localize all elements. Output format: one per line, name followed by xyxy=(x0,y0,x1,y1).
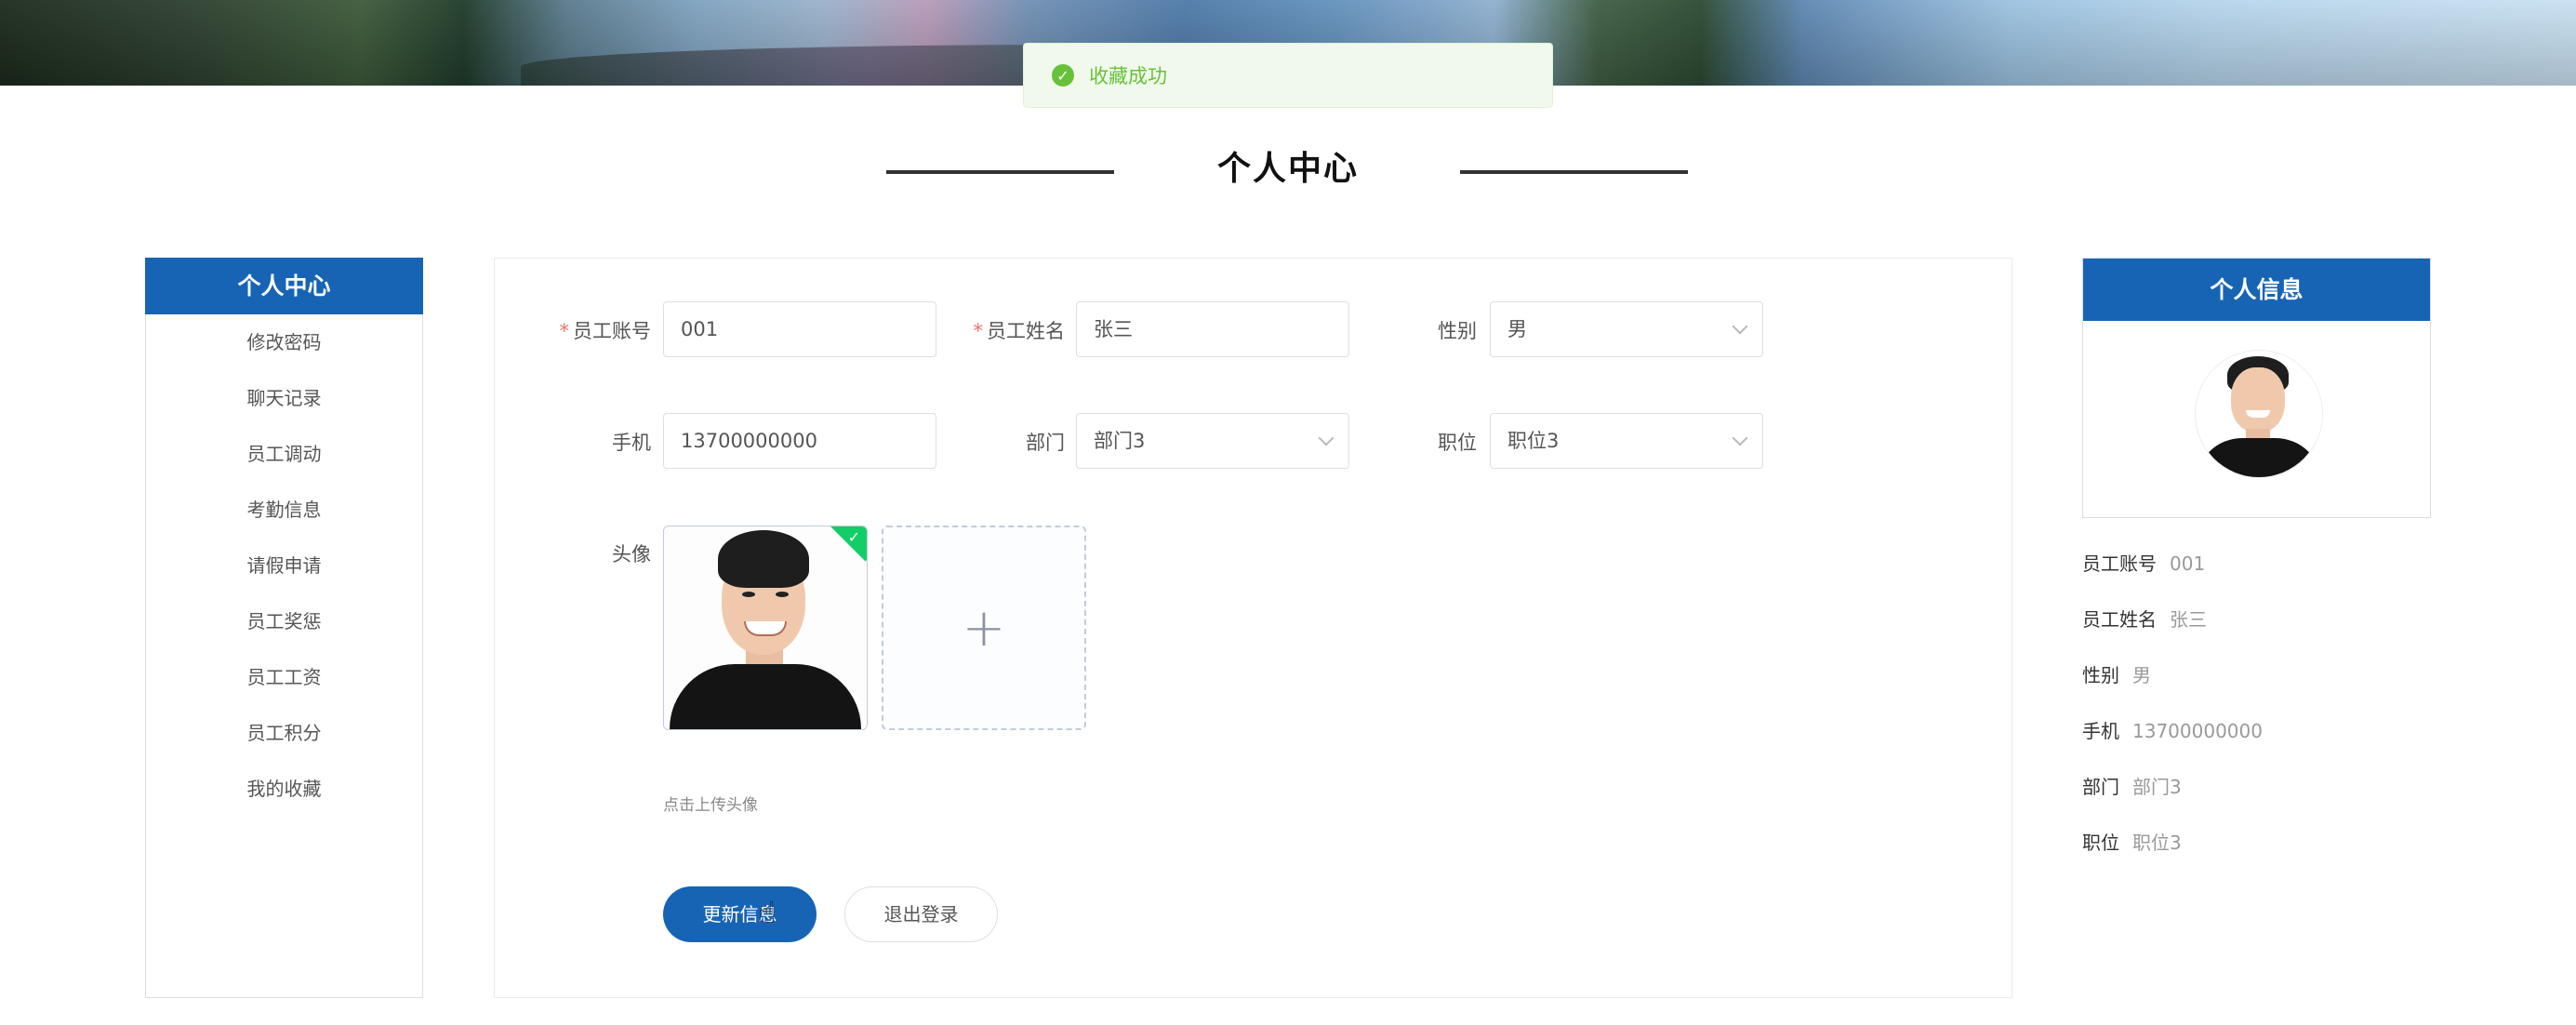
sidebar-item-employee-transfer[interactable]: 员工调动 xyxy=(146,426,422,482)
account-label: * 员工账号 xyxy=(559,320,652,342)
avatar-photo-eye xyxy=(776,592,789,597)
info-row-name: 员工姓名 张三 xyxy=(2082,608,2207,631)
required-mark: * xyxy=(973,320,984,342)
info-row-position: 职位 职位3 xyxy=(2082,832,2182,854)
sidebar-item-rewards-penalties[interactable]: 员工奖惩 xyxy=(146,593,422,649)
avatar-photo-hair xyxy=(718,530,809,588)
sidebar-heading[interactable]: 个人中心 xyxy=(145,258,423,314)
phone-field[interactable]: 13700000000 xyxy=(663,413,936,469)
plus-icon: + xyxy=(962,597,1006,659)
toast-message: 收藏成功 xyxy=(1089,65,1167,87)
position-selected-value: 职位3 xyxy=(1507,430,1560,452)
required-mark: * xyxy=(559,320,570,342)
avatar-photo-eye xyxy=(742,592,755,597)
department-selected-value: 部门3 xyxy=(1094,430,1146,452)
gender-selected-value: 男 xyxy=(1507,318,1527,340)
success-toast: ✓ 收藏成功 xyxy=(1023,43,1553,108)
sidebar-item-my-favorites[interactable]: 我的收藏 xyxy=(146,761,422,817)
avatar-label: 头像 xyxy=(612,543,651,566)
check-circle-icon: ✓ xyxy=(1052,64,1074,87)
department-label: 部门 xyxy=(1026,432,1065,454)
profile-info-card: 个人信息 xyxy=(2082,258,2431,518)
info-row-account: 员工账号 001 xyxy=(2082,552,2206,575)
check-icon: ✓ xyxy=(847,528,860,546)
info-row-gender: 性别男 xyxy=(2082,664,2151,686)
position-select[interactable]: 职位3 xyxy=(1490,413,1763,469)
chevron-down-icon xyxy=(1732,430,1748,446)
info-card-heading: 个人信息 xyxy=(2083,259,2430,321)
name-label: * 员工姓名 xyxy=(973,320,1066,342)
account-field[interactable]: 001 xyxy=(663,301,936,357)
title-decoration-left xyxy=(886,170,1114,174)
profile-avatar xyxy=(2195,350,2323,478)
logout-button[interactable]: 退出登录 xyxy=(844,886,998,942)
uploaded-avatar-thumbnail[interactable]: ✓ xyxy=(663,526,868,730)
sidebar-item-change-password[interactable]: 修改密码 xyxy=(146,314,422,370)
sidebar-menu: 个人中心 修改密码 聊天记录 员工调动 考勤信息 请假申请 员工奖惩 员工工资 … xyxy=(145,258,423,998)
gender-label: 性别 xyxy=(1438,320,1477,342)
title-decoration-right xyxy=(1460,170,1688,174)
gender-select[interactable]: 男 xyxy=(1490,301,1763,357)
sidebar-item-chat-history[interactable]: 聊天记录 xyxy=(146,370,422,426)
chevron-down-icon xyxy=(1318,430,1334,446)
name-field[interactable]: 张三 xyxy=(1076,301,1349,357)
info-row-department: 部门 部门3 xyxy=(2082,776,2182,798)
chevron-down-icon xyxy=(1732,318,1748,335)
position-label: 职位 xyxy=(1438,432,1477,454)
phone-label: 手机 xyxy=(612,432,651,454)
sidebar-item-attendance[interactable]: 考勤信息 xyxy=(146,482,422,538)
hand-pointer-cursor-icon: ☝ xyxy=(758,895,777,930)
avatar-upload-button[interactable]: + xyxy=(882,526,1086,730)
info-row-phone: 手机 13700000000 xyxy=(2082,720,2263,742)
sidebar-item-points[interactable]: 员工积分 xyxy=(146,705,422,761)
update-info-button[interactable]: 更新信息 xyxy=(663,886,817,942)
page-title: 个人中心 xyxy=(1216,150,1359,188)
department-select[interactable]: 部门3 xyxy=(1076,413,1349,469)
sidebar-item-leave-request[interactable]: 请假申请 xyxy=(146,538,422,593)
upload-hint-text: 点击上传头像 xyxy=(663,796,758,815)
sidebar-item-salary[interactable]: 员工工资 xyxy=(146,649,422,705)
